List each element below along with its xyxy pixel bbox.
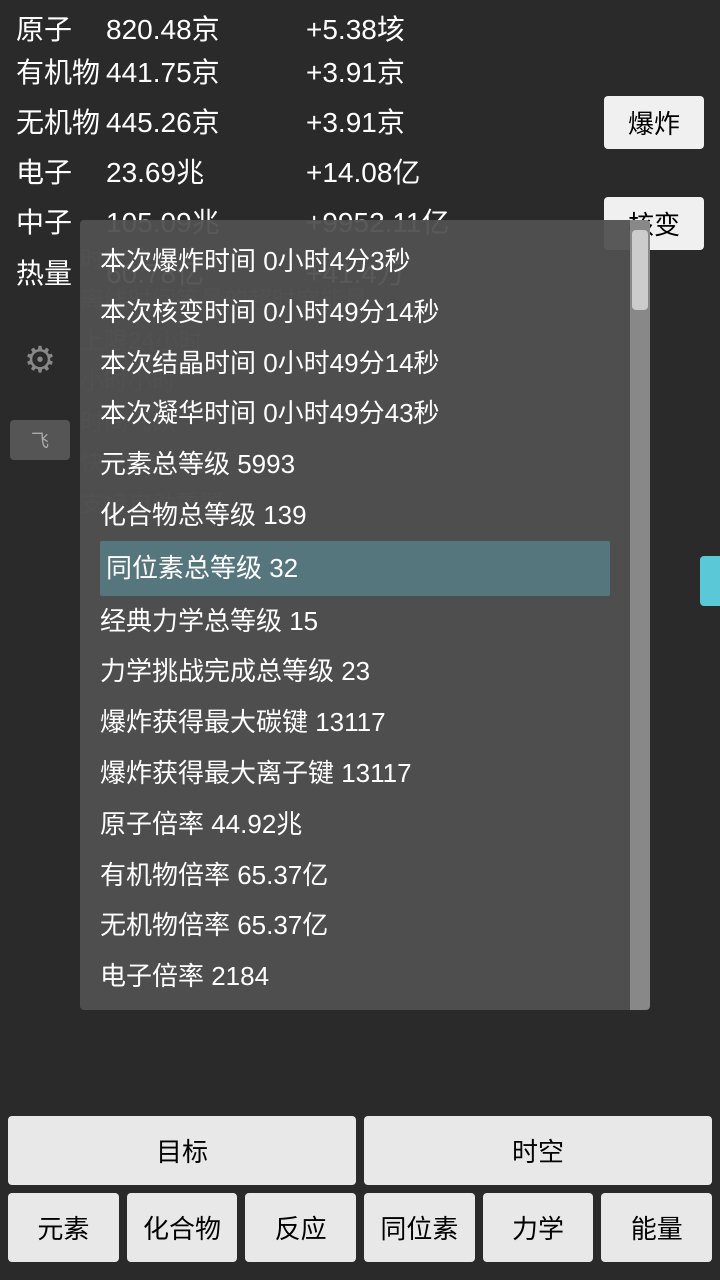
nav-btn-row1-0[interactable]: 目标 (8, 1116, 356, 1185)
nav-btn-row2-0[interactable]: 元素 (8, 1193, 119, 1262)
stat-item-13: 无机物倍率 65.37亿 (100, 900, 610, 951)
stat-item-12: 有机物倍率 65.37亿 (100, 850, 610, 901)
resource-value-2: 445.26京 (106, 103, 306, 142)
action-button-爆炸[interactable]: 爆炸 (604, 96, 704, 149)
modal-scrollbar[interactable] (630, 220, 650, 1010)
resource-value-0: 820.48京 (106, 10, 306, 49)
stat-item-10: 爆炸获得最大离子键 13117 (100, 748, 610, 799)
resource-row-3: 电子23.69兆+14.08亿 (16, 153, 704, 192)
left-panel-button[interactable]: 飞 (10, 420, 70, 460)
stats-list[interactable]: 本次爆炸时间 0小时4分3秒本次核变时间 0小时49分14秒本次结晶时间 0小时… (80, 220, 630, 1010)
stat-item-9: 爆炸获得最大碳键 13117 (100, 697, 610, 748)
nav-btn-row2-4[interactable]: 力学 (483, 1193, 594, 1262)
stat-item-0: 本次爆炸时间 0小时4分3秒 (100, 236, 610, 287)
nav-btn-row2-3[interactable]: 同位素 (364, 1193, 475, 1262)
resource-row-2: 无机物445.26京+3.91京爆炸 (16, 96, 704, 149)
resource-name-0: 原子 (16, 10, 106, 49)
resource-delta-0: +5.38垓 (306, 10, 704, 49)
nav-btn-row2-2[interactable]: 反应 (245, 1193, 356, 1262)
stat-item-5: 化合物总等级 139 (100, 490, 610, 541)
nav-btn-row1-1[interactable]: 时空 (364, 1116, 712, 1185)
bottom-navigation: 目标时空 元素化合物反应同位素力学能量 (0, 1106, 720, 1280)
stat-item-2: 本次结晶时间 0小时49分14秒 (100, 338, 610, 389)
resource-row-1: 有机物441.75京+3.91京 (16, 53, 704, 92)
stat-item-14: 电子倍率 2184 (100, 951, 610, 1002)
resource-delta-2: +3.91京 (306, 103, 604, 142)
resource-name-2: 无机物 (16, 103, 106, 142)
resource-value-1: 441.75京 (106, 53, 306, 92)
stat-item-15: 中子倍率 391.49万 (100, 1002, 610, 1010)
gear-icon: ⚙ (24, 339, 56, 381)
nav-btn-row2-1[interactable]: 化合物 (127, 1193, 238, 1262)
resource-value-3: 23.69兆 (106, 153, 306, 192)
stat-item-7: 经典力学总等级 15 (100, 596, 610, 647)
resource-delta-3: +14.08亿 (306, 153, 704, 192)
stat-item-4: 元素总等级 5993 (100, 439, 610, 490)
stats-modal: 本次爆炸时间 0小时4分3秒本次核变时间 0小时49分14秒本次结晶时间 0小时… (80, 220, 650, 1010)
nav-row-2: 元素化合物反应同位素力学能量 (8, 1193, 712, 1262)
nav-row-1: 目标时空 (8, 1116, 712, 1185)
stat-item-3: 本次凝华时间 0小时49分43秒 (100, 388, 610, 439)
stat-item-6: 同位素总等级 32 (100, 541, 610, 596)
resource-delta-1: +3.91京 (306, 53, 704, 92)
right-tab-indicator[interactable] (700, 556, 720, 606)
gear-icon-container[interactable]: ⚙ (10, 330, 70, 390)
resource-row-0: 原子820.48京+5.38垓 (16, 10, 704, 49)
stat-item-1: 本次核变时间 0小时49分14秒 (100, 287, 610, 338)
resource-name-1: 有机物 (16, 53, 106, 92)
stat-item-11: 原子倍率 44.92兆 (100, 799, 610, 850)
resource-name-3: 电子 (16, 153, 106, 192)
stat-item-8: 力学挑战完成总等级 23 (100, 646, 610, 697)
scrollbar-thumb (632, 230, 648, 310)
nav-btn-row2-5[interactable]: 能量 (601, 1193, 712, 1262)
